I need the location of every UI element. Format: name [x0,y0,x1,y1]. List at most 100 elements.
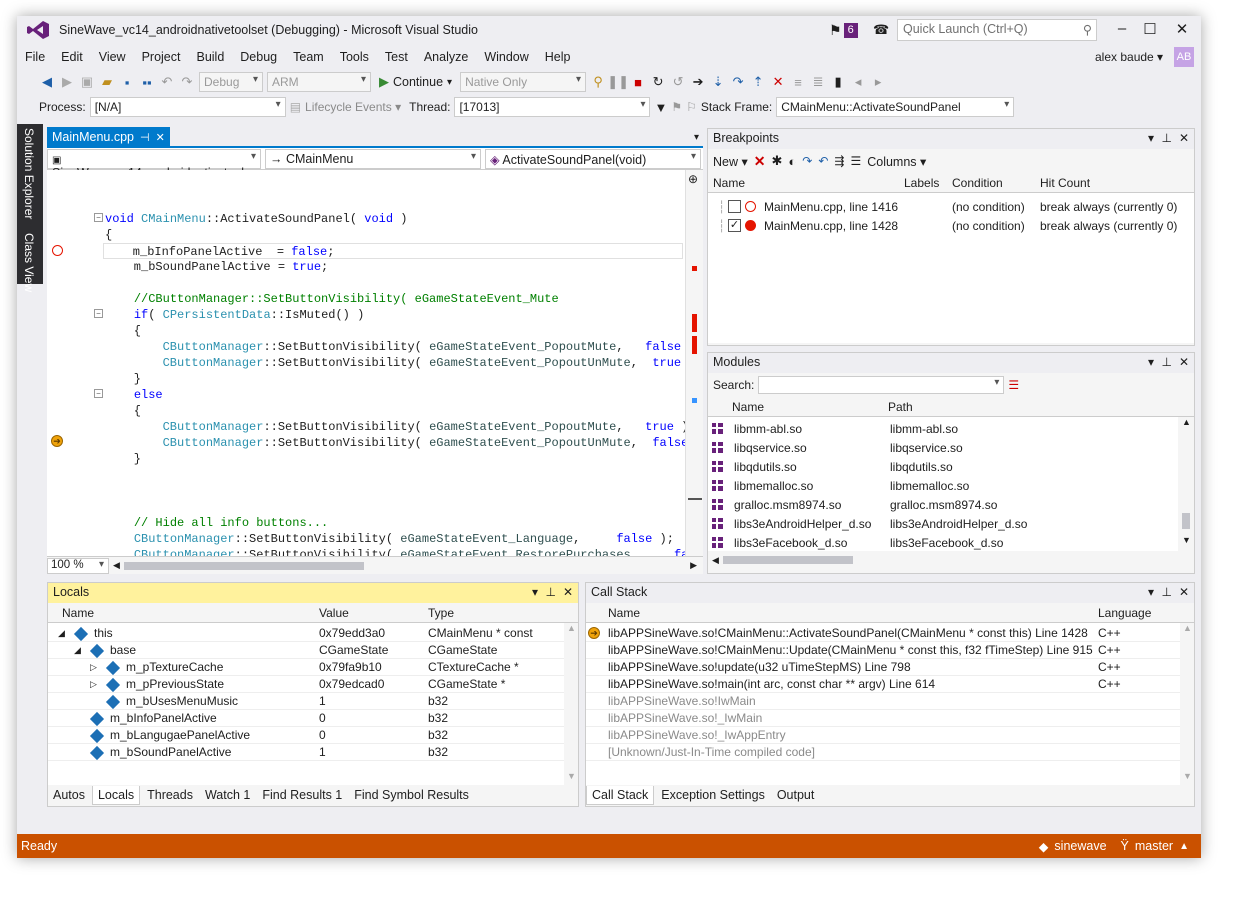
open-folder-icon[interactable]: ▰ [99,74,115,90]
call-stack-frame[interactable]: libAPPSineWave.so!CMainMenu::Update(CMai… [586,642,1180,659]
menu-view[interactable]: View [91,50,134,64]
collapse-icon[interactable]: − [94,389,103,398]
tab-locals[interactable]: Locals [91,785,141,805]
horizontal-scrollbar-thumb[interactable] [123,561,364,570]
column-path[interactable]: Path [888,400,913,414]
collapse-icon[interactable]: ◢ [58,628,65,639]
call-stack-frame[interactable]: ➔ libAPPSineWave.so!CMainMenu::ActivateSo… [586,625,1180,642]
menu-edit[interactable]: Edit [53,50,91,64]
enabled-checkbox[interactable] [728,200,741,213]
maximize-button[interactable]: ☐ [1135,20,1165,38]
modules-hscroll[interactable]: ◀ [708,551,1194,569]
tab-solution-explorer[interactable]: Solution Explorer [17,124,41,223]
stack-frame-dropdown[interactable]: CMainMenu::ActivateSoundPanel ▾ [776,97,1015,117]
hex-display-icon[interactable]: ✕ [770,74,786,90]
column-name[interactable]: Name [62,606,94,620]
import-icon[interactable]: ☰ [850,154,861,168]
column-value[interactable]: Value [319,606,349,620]
module-row[interactable]: libmm-abl.so libmm-abl.so [708,419,1178,438]
menu-window[interactable]: Window [476,50,536,64]
scroll-down-icon[interactable]: ▼ [567,771,576,781]
window-menu-icon[interactable]: ▾ [1148,131,1154,145]
call-stack-frame[interactable]: libAPPSineWave.so!_IwMain [586,710,1180,727]
branch-name[interactable]: master [1135,839,1173,853]
close-icon[interactable]: ✕ [156,131,165,144]
menu-build[interactable]: Build [188,50,232,64]
undo-icon[interactable]: ↶ [159,74,175,90]
menu-file[interactable]: File [17,50,53,64]
menu-help[interactable]: Help [537,50,579,64]
break-all-icon[interactable]: ❚❚ [607,74,629,90]
vertical-scrollbar[interactable]: ▲ ▼ [1178,417,1194,551]
scroll-up-icon[interactable]: ▲ [567,623,576,633]
class-dropdown[interactable]: → CMainMenu ▾ [265,148,481,169]
tab-find-symbol-results[interactable]: Find Symbol Results [349,786,474,804]
quick-launch-input[interactable]: Quick Launch (Ctrl+Q) ⚲ [897,19,1097,41]
module-row[interactable]: libs3eAndroidHelper_d.so libs3eAndroidHel… [708,514,1178,533]
table-row[interactable]: m_bSoundPanelActive 1 b32 [48,744,564,761]
tab-find-results-1[interactable]: Find Results 1 [257,786,347,804]
current-statement-breakpoint-icon[interactable]: ➔ [51,435,63,447]
menu-project[interactable]: Project [134,50,189,64]
table-row[interactable]: m_bUsesMenuMusic 1 b32 [48,693,564,710]
pin-icon[interactable]: ⊥ [1162,355,1172,369]
prev-bookmark-icon[interactable]: ◂ [850,74,866,90]
breakpoint-row[interactable]: ┆ MainMenu.cpp, line 1416 (no condition) br… [708,197,1194,216]
show-next-statement-icon[interactable]: ➔ [690,74,706,90]
next-bookmark-icon[interactable]: ▸ [870,74,886,90]
new-project-icon[interactable]: ▣ [79,74,95,90]
continue-button[interactable]: ▶ Continue ▾ [375,74,456,90]
avatar[interactable]: AB [1174,47,1194,67]
menu-tools[interactable]: Tools [332,50,377,64]
code-editor[interactable]: ➔ − − − void CMainMenu::ActivateSoundPan… [47,170,703,556]
save-icon[interactable]: ▪ [119,74,135,90]
back-icon[interactable]: ◀ [39,74,55,90]
clear-search-icon[interactable]: ☰ [1008,378,1019,392]
table-row[interactable]: ▷ m_pPreviousState 0x79edcad0 CGameState * [48,676,564,693]
tab-watch-1[interactable]: Watch 1 [200,786,255,804]
comment-icon[interactable]: ≣ [810,74,826,90]
tab-mainmenu-cpp[interactable]: MainMenu.cpp ⊣ ✕ [47,127,170,147]
thread-icon[interactable]: ≡ [790,74,806,90]
collapse-icon[interactable]: − [94,309,103,318]
delete-icon[interactable]: ✕ [754,153,766,170]
zoom-dropdown[interactable]: 100 % ▾ [47,557,109,574]
scroll-left-icon[interactable]: ◀ [712,555,719,566]
feedback-icon[interactable]: ☎ [873,22,889,38]
repository-name[interactable]: sinewave [1054,839,1106,853]
scroll-down-icon[interactable]: ▼ [1183,771,1192,781]
solution-config-dropdown[interactable]: Debug ▾ [199,72,263,92]
column-condition[interactable]: Condition [952,176,1003,190]
debugger-type-dropdown[interactable]: Native Only ▾ [460,72,587,92]
step-over-icon[interactable]: ↷ [730,74,746,90]
scroll-down-icon[interactable]: ▼ [1182,535,1191,545]
expand-icon[interactable]: ▷ [90,679,97,690]
forward-icon[interactable]: ▶ [59,74,75,90]
scroll-thumb[interactable] [722,556,853,564]
notifications-button[interactable]: ⚑ 6 [829,22,858,39]
disable-all-icon[interactable]: ◐ [788,154,796,169]
tab-call-stack[interactable]: Call Stack [586,785,655,805]
call-stack-frame[interactable]: libAPPSineWave.so!IwMain [586,693,1180,710]
breakpoint-row[interactable]: ┆ ✓ MainMenu.cpp, line 1428 (no condition) b… [708,216,1194,235]
column-language[interactable]: Language [1098,606,1151,620]
delete-all-icon[interactable]: ✱ [772,153,783,169]
go-to-source-icon[interactable]: ↷ [802,154,812,168]
menu-analyze[interactable]: Analyze [416,50,476,64]
member-dropdown[interactable]: ◈ ActivateSoundPanel(void) ▾ [485,148,701,169]
table-row[interactable]: ◢ base CGameState CGameState [48,642,564,659]
column-hit-count[interactable]: Hit Count [1040,176,1090,190]
call-stack-frame[interactable]: libAPPSineWave.so!main(int arc, const ch… [586,676,1180,693]
vertical-scrollbar[interactable]: ▲ ▼ [1180,623,1194,785]
tab-overflow-icon[interactable]: ▾ [694,132,699,143]
module-row[interactable]: libqservice.so libqservice.so [708,438,1178,457]
window-menu-icon[interactable]: ▾ [1148,355,1154,369]
module-row[interactable]: libs3eFacebook_d.so libs3eFacebook_d.so [708,533,1178,552]
tab-class-view[interactable]: Class View [17,229,41,296]
collapse-icon[interactable]: − [94,213,103,222]
close-icon[interactable]: ✕ [1179,585,1189,599]
close-icon[interactable]: ✕ [1179,355,1189,369]
columns-button[interactable]: Columns ▾ [867,154,926,169]
restart-icon[interactable]: ↻ [650,74,666,90]
column-type[interactable]: Type [428,606,454,620]
